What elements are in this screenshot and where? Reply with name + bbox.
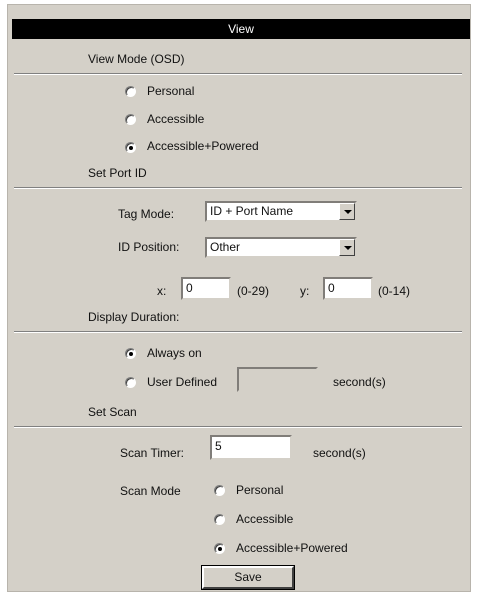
save-button[interactable]: Save <box>201 565 295 590</box>
user-defined-seconds-input[interactable] <box>237 367 318 392</box>
scan-mode-accessible-powered-label: Accessible+Powered <box>236 541 348 555</box>
port-id-heading: Set Port ID <box>88 166 147 180</box>
display-duration-heading: Display Duration: <box>88 310 180 324</box>
scan-heading: Set Scan <box>88 405 137 419</box>
chevron-down-icon[interactable] <box>339 203 355 220</box>
tag-mode-value: ID + Port Name <box>210 204 294 218</box>
user-defined-label: User Defined <box>147 375 218 389</box>
scan-mode-accessible-label: Accessible <box>236 512 294 526</box>
id-position-select[interactable]: Other <box>205 237 357 258</box>
user-defined-radio[interactable] <box>125 377 136 388</box>
scan-mode-label: Scan Mode <box>120 484 181 498</box>
x-label: x: <box>157 284 167 298</box>
always-on-label: Always on <box>147 346 202 360</box>
view-mode-heading: View Mode (OSD) <box>88 52 185 66</box>
scan-mode-accessible-powered-radio[interactable] <box>214 543 225 554</box>
x-input[interactable]: 0 <box>181 277 231 300</box>
scan-timer-unit: second(s) <box>313 446 366 460</box>
view-mode-accessible-powered-label: Accessible+Powered <box>147 139 259 153</box>
view-mode-accessible-powered-radio[interactable] <box>125 142 136 153</box>
tag-mode-select[interactable]: ID + Port Name <box>205 201 357 222</box>
chevron-down-icon[interactable] <box>339 239 355 256</box>
view-mode-accessible-label: Accessible <box>147 112 205 126</box>
scan-mode-personal-label: Personal <box>236 483 284 497</box>
window-title: View <box>12 19 470 39</box>
y-input[interactable]: 0 <box>323 277 373 300</box>
view-mode-personal-label: Personal <box>147 84 195 98</box>
view-mode-personal-radio[interactable] <box>125 86 136 97</box>
divider <box>14 73 462 75</box>
tag-mode-label: Tag Mode: <box>118 207 175 221</box>
y-label: y: <box>300 284 310 298</box>
scan-mode-personal-radio[interactable] <box>214 485 225 496</box>
scan-timer-label: Scan Timer: <box>120 446 185 460</box>
x-range-label: (0-29) <box>237 284 270 298</box>
always-on-radio[interactable] <box>125 348 136 359</box>
id-position-label: ID Position: <box>118 240 180 254</box>
user-defined-unit: second(s) <box>333 375 386 389</box>
view-mode-accessible-radio[interactable] <box>125 114 136 125</box>
divider <box>14 426 462 428</box>
y-range-label: (0-14) <box>378 284 411 298</box>
divider <box>14 187 462 189</box>
id-position-value: Other <box>210 240 241 254</box>
scan-mode-accessible-radio[interactable] <box>214 514 225 525</box>
settings-panel <box>7 4 471 592</box>
scan-timer-input[interactable]: 5 <box>210 435 292 460</box>
divider <box>14 331 462 333</box>
